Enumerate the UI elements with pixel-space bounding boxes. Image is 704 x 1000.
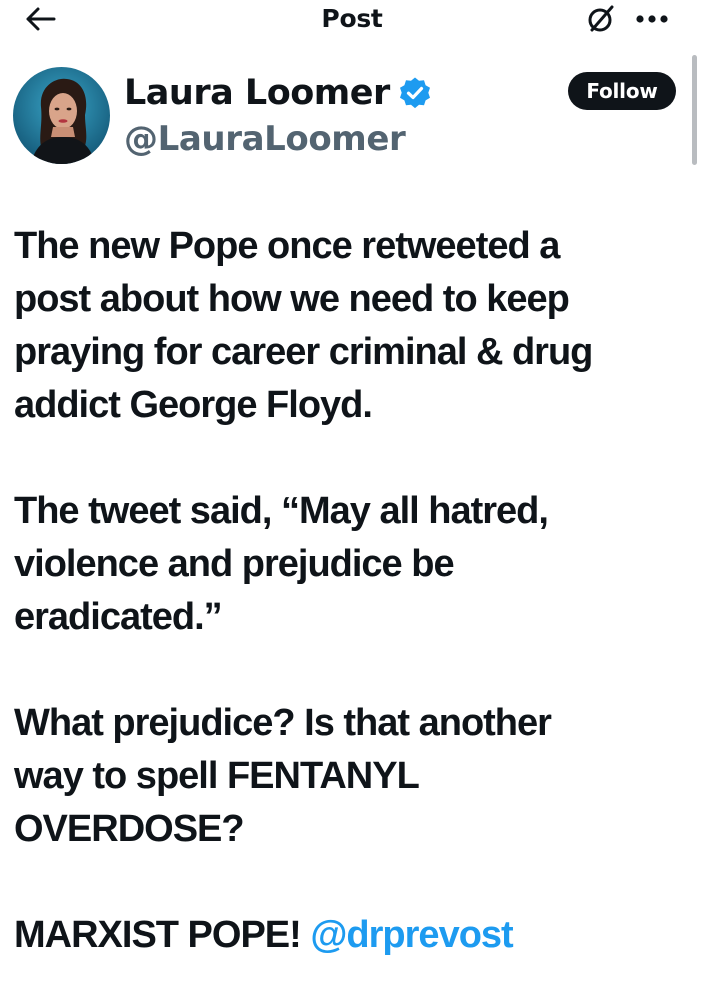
scrollbar[interactable] xyxy=(692,55,697,165)
author-name-text: Laura Loomer xyxy=(124,73,390,113)
post-line: The new Pope once retweeted a xyxy=(14,225,560,267)
post-text: The new Pope once retweeted a post about… xyxy=(14,220,694,962)
author-name[interactable]: Laura Loomer xyxy=(124,72,432,114)
grok-icon xyxy=(588,5,614,32)
post-line: praying for career criminal & drug xyxy=(14,331,593,373)
author-handle[interactable]: @LauraLoomer xyxy=(124,118,406,160)
post-line: MARXIST POPE! xyxy=(14,914,311,956)
post-line: way to spell FENTANYL xyxy=(14,755,420,797)
avatar[interactable] xyxy=(13,67,110,164)
post-line: post about how we need to keep xyxy=(14,278,570,320)
more-options-button[interactable] xyxy=(630,2,674,36)
post-paragraph: The new Pope once retweeted a post about… xyxy=(14,220,694,432)
top-bar: Post xyxy=(0,0,704,40)
post-line: What prejudice? Is that another xyxy=(14,702,552,744)
post-paragraph: MARXIST POPE! @drprevost xyxy=(14,909,694,962)
post-paragraph: What prejudice? Is that another way to s… xyxy=(14,697,694,856)
post-paragraph: The tweet said, “May all hatred, violenc… xyxy=(14,485,694,644)
grok-button[interactable] xyxy=(583,2,619,36)
follow-button[interactable]: Follow xyxy=(568,72,676,110)
post-line: The tweet said, “May all hatred, xyxy=(14,490,549,532)
post-line: OVERDOSE? xyxy=(14,808,245,850)
verified-badge-icon[interactable] xyxy=(398,76,432,110)
mention-link[interactable]: @drprevost xyxy=(310,914,513,956)
avatar-photo xyxy=(13,67,110,164)
post-line: eradicated.” xyxy=(14,596,223,638)
more-horizontal-icon xyxy=(636,15,668,23)
post-line: violence and prejudice be xyxy=(14,543,455,585)
post-line: addict George Floyd. xyxy=(14,384,373,426)
